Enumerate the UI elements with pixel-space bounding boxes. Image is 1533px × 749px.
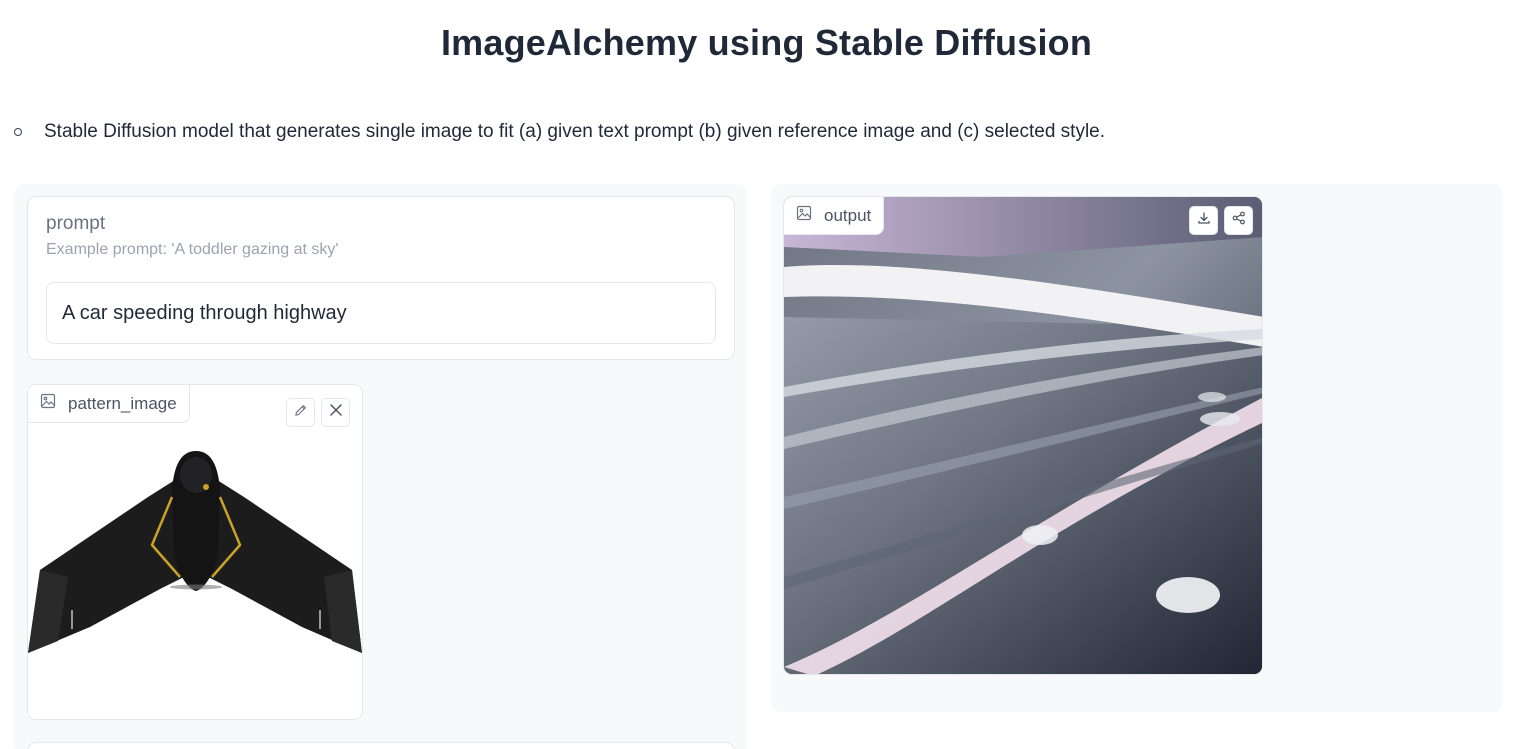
clear-image-button[interactable] bbox=[321, 398, 350, 427]
output-image bbox=[784, 197, 1262, 674]
page-title: ImageAlchemy using Stable Diffusion bbox=[440, 22, 1093, 63]
input-panel: prompt Example prompt: 'A toddler gazing… bbox=[14, 184, 747, 749]
output-label: output bbox=[784, 197, 885, 235]
download-icon bbox=[1197, 211, 1211, 230]
output-image-block: output bbox=[783, 196, 1263, 675]
pattern-image-label-text: pattern_image bbox=[68, 393, 177, 413]
prompt-label: prompt bbox=[46, 213, 106, 234]
share-button[interactable] bbox=[1224, 206, 1253, 235]
download-button[interactable] bbox=[1189, 206, 1218, 235]
prompt-info: Example prompt: 'A toddler gazing at sky… bbox=[46, 241, 339, 258]
image-icon bbox=[40, 393, 56, 414]
prompt-input[interactable] bbox=[46, 282, 716, 344]
close-icon bbox=[329, 403, 343, 422]
bullet-circle-icon bbox=[14, 128, 22, 136]
pencil-icon bbox=[293, 403, 308, 423]
edit-button[interactable] bbox=[286, 398, 315, 427]
pattern-image-preview bbox=[28, 385, 362, 719]
description-list: Stable Diffusion model that generates si… bbox=[14, 121, 1105, 143]
pattern-image-block[interactable]: pattern_image bbox=[27, 384, 363, 720]
share-icon bbox=[1232, 211, 1246, 230]
pattern-image-label: pattern_image bbox=[28, 385, 190, 423]
image-icon bbox=[796, 205, 812, 226]
output-label-text: output bbox=[824, 205, 872, 225]
description-text: Stable Diffusion model that generates si… bbox=[44, 121, 1106, 142]
next-block bbox=[27, 742, 735, 749]
output-panel: output bbox=[771, 184, 1503, 712]
description-item: Stable Diffusion model that generates si… bbox=[14, 121, 1105, 143]
prompt-block: prompt Example prompt: 'A toddler gazing… bbox=[27, 196, 735, 360]
